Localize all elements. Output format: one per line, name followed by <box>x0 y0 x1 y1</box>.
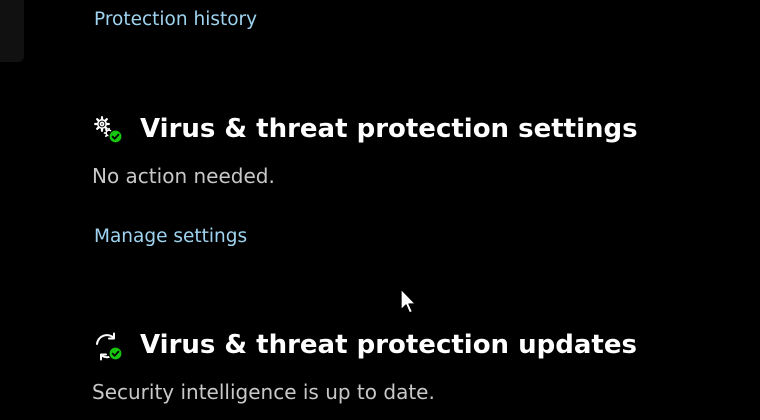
sidebar-edge <box>0 0 24 62</box>
manage-settings-link[interactable]: Manage settings <box>94 226 247 247</box>
protection-history-link[interactable]: Protection history <box>94 9 257 30</box>
mouse-pointer-icon <box>400 288 417 314</box>
settings-section-status: No action needed. <box>92 164 275 188</box>
refresh-with-check-icon <box>96 332 123 361</box>
updates-section-title: Virus & threat protection updates <box>140 330 637 360</box>
settings-section-title: Virus & threat protection settings <box>140 114 638 144</box>
gears-with-check-icon <box>94 116 123 144</box>
updates-section-status: Security intelligence is up to date. <box>92 380 435 404</box>
